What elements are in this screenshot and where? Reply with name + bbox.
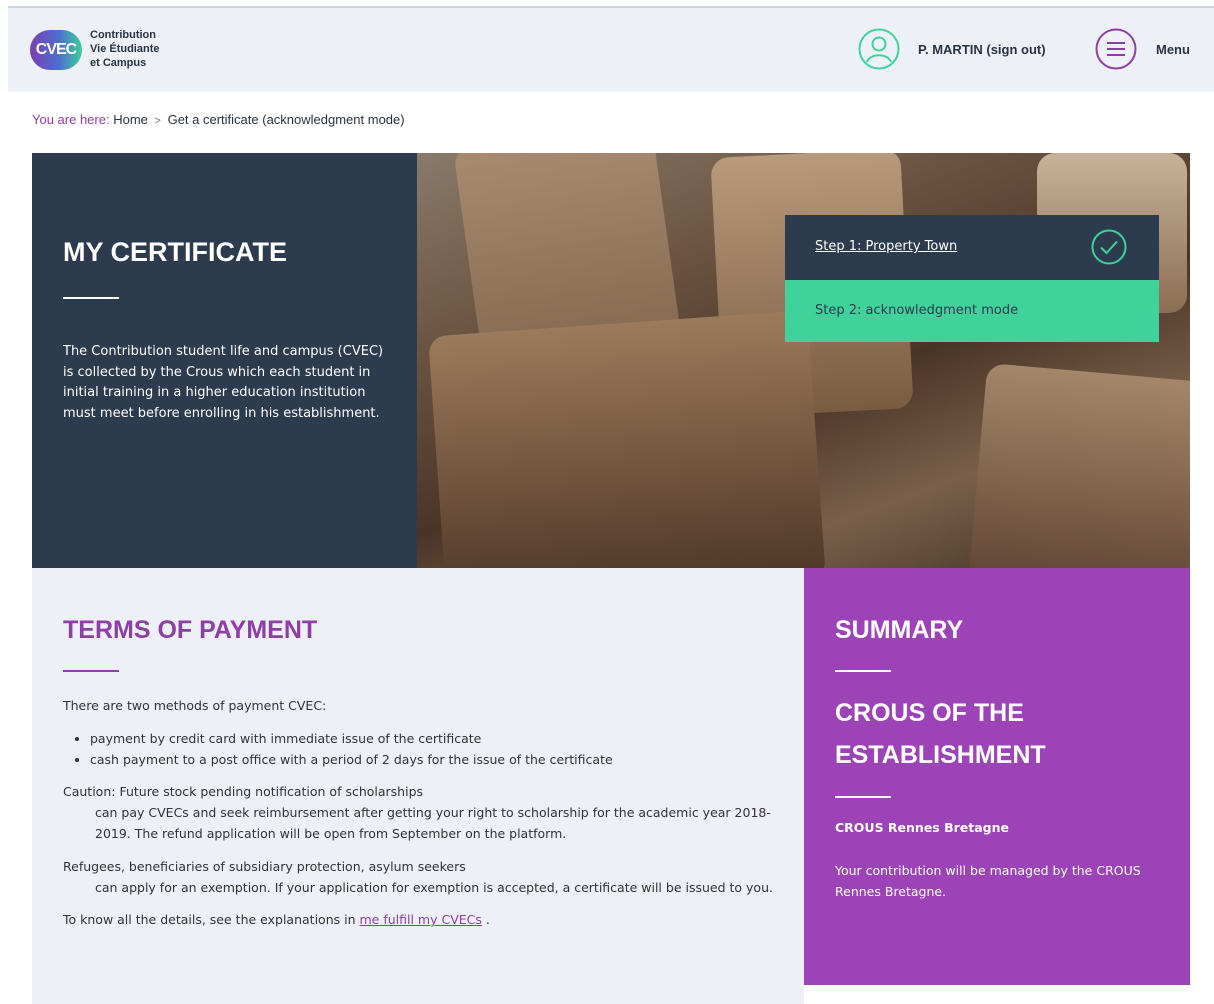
user-icon[interactable]: [858, 28, 900, 70]
summary-divider: [835, 670, 891, 672]
step-1-link[interactable]: Step 1: Property Town: [815, 239, 957, 254]
refugees-heading: Refugees, beneficiaries of subsidiary pr…: [63, 858, 466, 874]
details-line: To know all the details, see the explana…: [63, 910, 783, 931]
logo-text: Contribution Vie Étudiante et Campus: [90, 28, 159, 70]
title-divider: [63, 297, 119, 299]
hero-description: The Contribution student life and campus…: [63, 344, 384, 421]
crous-description: Your contribution will be managed by the…: [835, 863, 1141, 899]
sign-out-link[interactable]: P. MARTIN (sign out): [918, 42, 1046, 57]
crous-name: CROUS Rennes Bretagne: [835, 820, 1010, 835]
refugees-body: can apply for an exemption. If your appl…: [95, 879, 773, 895]
breadcrumb-separator: >: [154, 115, 161, 127]
logo-line: Contribution: [90, 29, 156, 41]
summary-divider: [835, 796, 891, 798]
terms-intro: There are two methods of payment CVEC:: [63, 698, 327, 713]
details-suffix: .: [485, 912, 490, 928]
breadcrumb-prefix: You are here:: [32, 112, 110, 127]
logo-line: Vie Étudiante: [90, 43, 160, 55]
logo-mark-text: CVEC: [35, 41, 77, 58]
summary-panel: SUMMARY CROUS OF THE ESTABLISHMENT CROUS…: [804, 568, 1190, 985]
details-link[interactable]: me fulfill my CVECs: [359, 912, 481, 927]
list-item: payment by credit card with immediate is…: [90, 729, 783, 750]
breadcrumb-home[interactable]: Home: [113, 112, 148, 127]
details-prefix: To know all the details, see the explana…: [63, 912, 356, 928]
menu-button[interactable]: Menu: [1156, 42, 1190, 57]
refugees-block: Refugees, beneficiaries of subsidiary pr…: [63, 857, 783, 899]
cvec-logo[interactable]: CVEC Contribution Vie Étudiante et Campu…: [30, 28, 170, 72]
step-2: Step 2: acknowledgment mode: [785, 280, 1159, 342]
crous-heading: CROUS OF THE ESTABLISHMENT: [835, 699, 1046, 769]
terms-body: There are two methods of payment CVEC: p…: [63, 696, 783, 931]
caution-body: can pay CVECs and seek reimbursement aft…: [95, 805, 771, 841]
payment-methods-list: payment by credit card with immediate is…: [63, 729, 783, 771]
caution-block: Caution: Future stock pending notificati…: [63, 782, 783, 844]
check-circle-icon: [1091, 229, 1127, 265]
page-title: MY CERTIFICATE: [63, 237, 288, 267]
chair-shape: [967, 362, 1190, 568]
step-2-label: Step 2: acknowledgment mode: [815, 303, 1019, 318]
logo-line: et Campus: [90, 57, 147, 69]
chair-shape: [428, 310, 826, 568]
caution-heading: Caution: Future stock pending notificati…: [63, 784, 424, 800]
summary-title: SUMMARY: [835, 616, 964, 644]
hero-panel: MY CERTIFICATE The Contribution student …: [32, 153, 417, 568]
hamburger-menu-icon[interactable]: [1095, 28, 1137, 70]
logo-mark: CVEC: [30, 30, 82, 70]
terms-divider: [63, 670, 119, 672]
terms-of-payment-section: TERMS OF PAYMENT There are two methods o…: [32, 568, 804, 1004]
site-header: CVEC Contribution Vie Étudiante et Campu…: [8, 6, 1214, 92]
breadcrumb-current: Get a certificate (acknowledgment mode): [167, 112, 405, 127]
terms-title: TERMS OF PAYMENT: [63, 616, 318, 644]
list-item: cash payment to a post office with a per…: [90, 750, 783, 771]
breadcrumb: You are here: Home > Get a certificate (…: [32, 112, 405, 127]
step-1: Step 1: Property Town: [785, 215, 1159, 280]
